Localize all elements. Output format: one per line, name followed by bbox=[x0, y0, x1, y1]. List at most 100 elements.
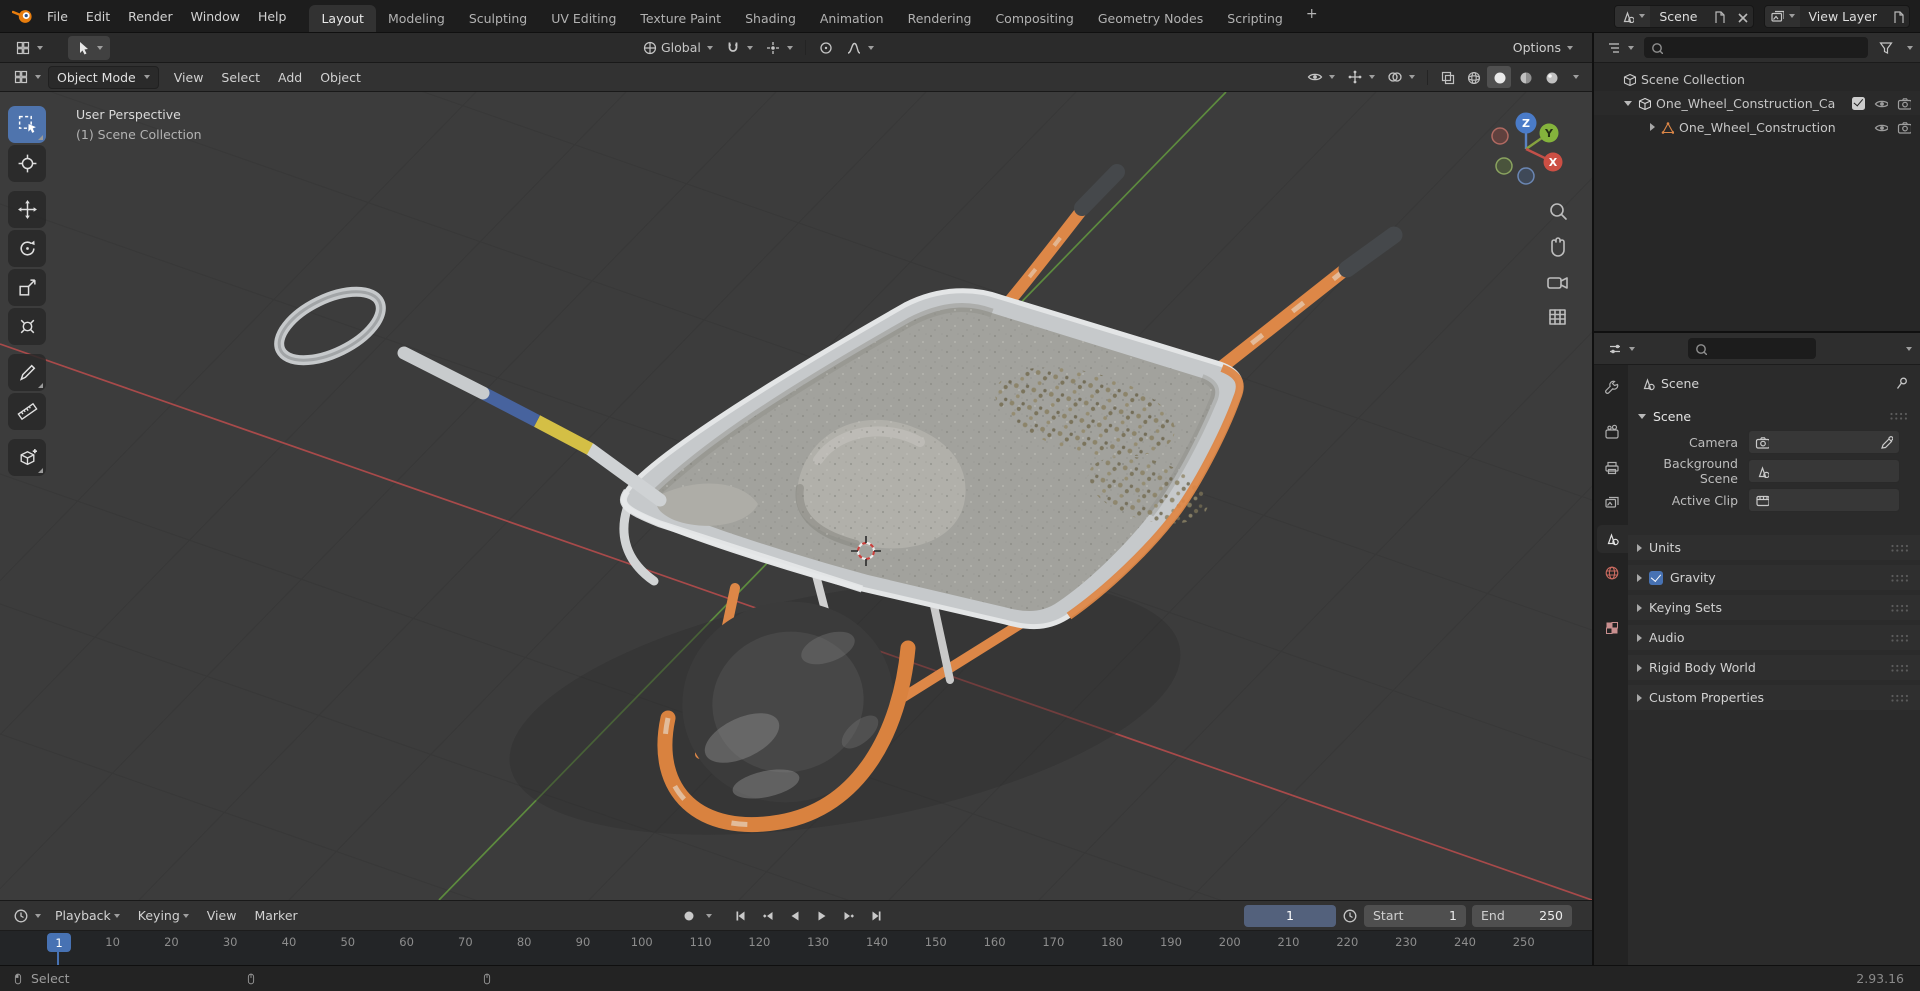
timeline-menu-item[interactable]: View bbox=[198, 901, 246, 930]
shovel[interactable] bbox=[269, 278, 758, 526]
timeline-menu-item[interactable]: Playback bbox=[46, 901, 129, 930]
timeline-ruler[interactable]: 10 20 30 40 50 60 70 80 90 100 110 120 130 140 150 160 1… bbox=[0, 931, 1592, 965]
hide-in-viewport-eye-icon[interactable] bbox=[1874, 120, 1888, 134]
move-tool[interactable] bbox=[8, 191, 46, 228]
timeline-menu-item[interactable]: Marker bbox=[245, 901, 306, 930]
panel-checkbox[interactable] bbox=[1649, 570, 1663, 585]
auto-keying-toggle[interactable] bbox=[676, 905, 701, 927]
transform-tool[interactable] bbox=[8, 308, 46, 345]
topbar-menu-item[interactable]: Edit bbox=[77, 0, 119, 32]
topbar-menu-item[interactable]: Help bbox=[249, 0, 296, 32]
shading-material-button[interactable] bbox=[1513, 66, 1537, 88]
drag-handle-icon[interactable] bbox=[1889, 603, 1911, 613]
eyedropper-icon[interactable] bbox=[1879, 435, 1893, 449]
workspace-tab[interactable]: Animation bbox=[808, 5, 896, 32]
workspace-tab[interactable]: Rendering bbox=[896, 5, 984, 32]
tab-output[interactable] bbox=[1597, 454, 1628, 482]
drag-handle-icon[interactable] bbox=[1889, 693, 1911, 703]
new-view-layer-button[interactable] bbox=[1886, 6, 1909, 27]
workspace-tab[interactable]: Modeling bbox=[376, 5, 457, 32]
tab-scene[interactable] bbox=[1597, 525, 1628, 553]
expand-arrow-icon[interactable] bbox=[1637, 543, 1642, 552]
properties-panel-header[interactable]: Keying Sets bbox=[1628, 595, 1920, 620]
drag-handle-icon[interactable] bbox=[1889, 633, 1911, 643]
workspace-tab[interactable]: Compositing bbox=[983, 5, 1085, 32]
expand-arrow-icon[interactable] bbox=[1637, 603, 1642, 612]
shading-rendered-button[interactable] bbox=[1539, 66, 1563, 88]
tab-tool[interactable] bbox=[1597, 374, 1628, 402]
viewport-menu-item[interactable]: View bbox=[165, 63, 213, 91]
outliner-editor-type-button[interactable] bbox=[1601, 38, 1639, 58]
pin-id-button[interactable] bbox=[1894, 376, 1908, 390]
snap-target-dropdown[interactable] bbox=[760, 38, 798, 58]
use-preview-range-toggle[interactable] bbox=[1342, 908, 1358, 924]
workspace-tab[interactable]: UV Editing bbox=[539, 5, 628, 32]
scale-tool[interactable] bbox=[8, 269, 46, 306]
properties-panel-header[interactable]: Audio bbox=[1628, 625, 1920, 650]
expand-arrow-icon[interactable] bbox=[1637, 633, 1642, 642]
viewport-menu-item[interactable]: Select bbox=[212, 63, 269, 91]
unlink-scene-button[interactable] bbox=[1730, 6, 1753, 27]
overlays-dropdown[interactable] bbox=[1382, 67, 1420, 87]
properties-panel-header[interactable]: Rigid Body World bbox=[1628, 655, 1920, 680]
shading-solid-button[interactable] bbox=[1487, 66, 1511, 88]
jump-to-end-button[interactable] bbox=[863, 905, 888, 927]
tool-header-menu[interactable] bbox=[10, 38, 48, 58]
options-dropdown[interactable]: Options bbox=[1508, 38, 1578, 57]
blender-logo-menu[interactable] bbox=[8, 7, 38, 25]
object-visibility-dropdown[interactable] bbox=[1302, 67, 1340, 87]
workspace-tab[interactable]: Scripting bbox=[1215, 5, 1295, 32]
add-workspace-button[interactable]: + bbox=[1299, 6, 1325, 26]
properties-editor-type-button[interactable] bbox=[1602, 339, 1640, 359]
timeline-menu-item[interactable]: Keying bbox=[129, 901, 198, 930]
cursor-tool[interactable] bbox=[8, 145, 46, 182]
disable-in-renders-camera-icon[interactable] bbox=[1897, 96, 1911, 110]
drag-handle-icon[interactable] bbox=[1889, 663, 1911, 673]
viewport-menu-item[interactable]: Add bbox=[269, 63, 311, 91]
mode-dropdown[interactable]: Object Mode bbox=[48, 65, 159, 89]
properties-panel-header[interactable]: Gravity bbox=[1628, 565, 1920, 590]
zoom-view-button[interactable] bbox=[1550, 203, 1567, 220]
transform-orientation-dropdown[interactable]: Global bbox=[637, 38, 718, 58]
workspace-tab[interactable]: Geometry Nodes bbox=[1086, 5, 1215, 32]
annotate-tool[interactable] bbox=[8, 354, 46, 391]
gizmo-axis-neg-y[interactable] bbox=[1495, 157, 1513, 175]
outliner-search-input[interactable] bbox=[1667, 40, 1862, 55]
tab-texture[interactable] bbox=[1597, 614, 1628, 642]
editor-type-button[interactable] bbox=[8, 67, 46, 87]
frame-end-field[interactable]: End 250 bbox=[1472, 904, 1572, 927]
expand-arrow-icon[interactable] bbox=[1637, 663, 1642, 672]
frame-start-field[interactable]: Start 1 bbox=[1364, 904, 1466, 927]
camera-view-button[interactable] bbox=[1547, 277, 1568, 289]
outliner-row-object[interactable]: One_Wheel_Construction bbox=[1594, 115, 1920, 139]
play-reverse-button[interactable] bbox=[782, 905, 807, 927]
jump-to-start-button[interactable] bbox=[728, 905, 753, 927]
properties-search-input[interactable] bbox=[1711, 341, 1810, 356]
drag-handle-icon[interactable] bbox=[1888, 411, 1910, 421]
workspace-tab[interactable]: Layout bbox=[309, 5, 376, 32]
gizmo-axis-neg-z[interactable] bbox=[1517, 167, 1535, 185]
collapse-arrow-icon[interactable] bbox=[1638, 413, 1646, 419]
hide-in-viewport-eye-icon[interactable] bbox=[1874, 96, 1888, 110]
drag-handle-icon[interactable] bbox=[1889, 573, 1911, 583]
xray-toggle[interactable] bbox=[1435, 66, 1459, 88]
tab-world[interactable] bbox=[1597, 559, 1628, 587]
add-cube-tool[interactable] bbox=[8, 439, 46, 476]
scene-name[interactable]: Scene bbox=[1650, 9, 1706, 24]
topbar-menu-item[interactable]: Render bbox=[119, 0, 182, 32]
expand-arrow-icon[interactable] bbox=[1650, 123, 1655, 131]
outliner-row-scene-collection[interactable]: Scene Collection bbox=[1594, 67, 1920, 91]
workspace-tab[interactable]: Sculpting bbox=[457, 5, 539, 32]
gizmos-dropdown[interactable] bbox=[1342, 67, 1380, 87]
topbar-menu-item[interactable]: File bbox=[38, 0, 77, 32]
toggle-ortho-button[interactable] bbox=[1549, 309, 1566, 325]
outliner-row-collection[interactable]: One_Wheel_Construction_Ca bbox=[1594, 91, 1920, 115]
expand-arrow-icon[interactable] bbox=[1624, 100, 1632, 106]
tab-view-layer[interactable] bbox=[1597, 489, 1628, 517]
expand-arrow-icon[interactable] bbox=[1637, 693, 1642, 702]
timeline-editor-type-button[interactable] bbox=[8, 906, 46, 926]
proportional-edit-toggle[interactable] bbox=[813, 38, 839, 58]
navigation-gizmo[interactable]: Z Y X bbox=[1491, 112, 1563, 185]
browse-view-layer-button[interactable] bbox=[1764, 5, 1800, 27]
rotate-tool[interactable] bbox=[8, 230, 46, 267]
